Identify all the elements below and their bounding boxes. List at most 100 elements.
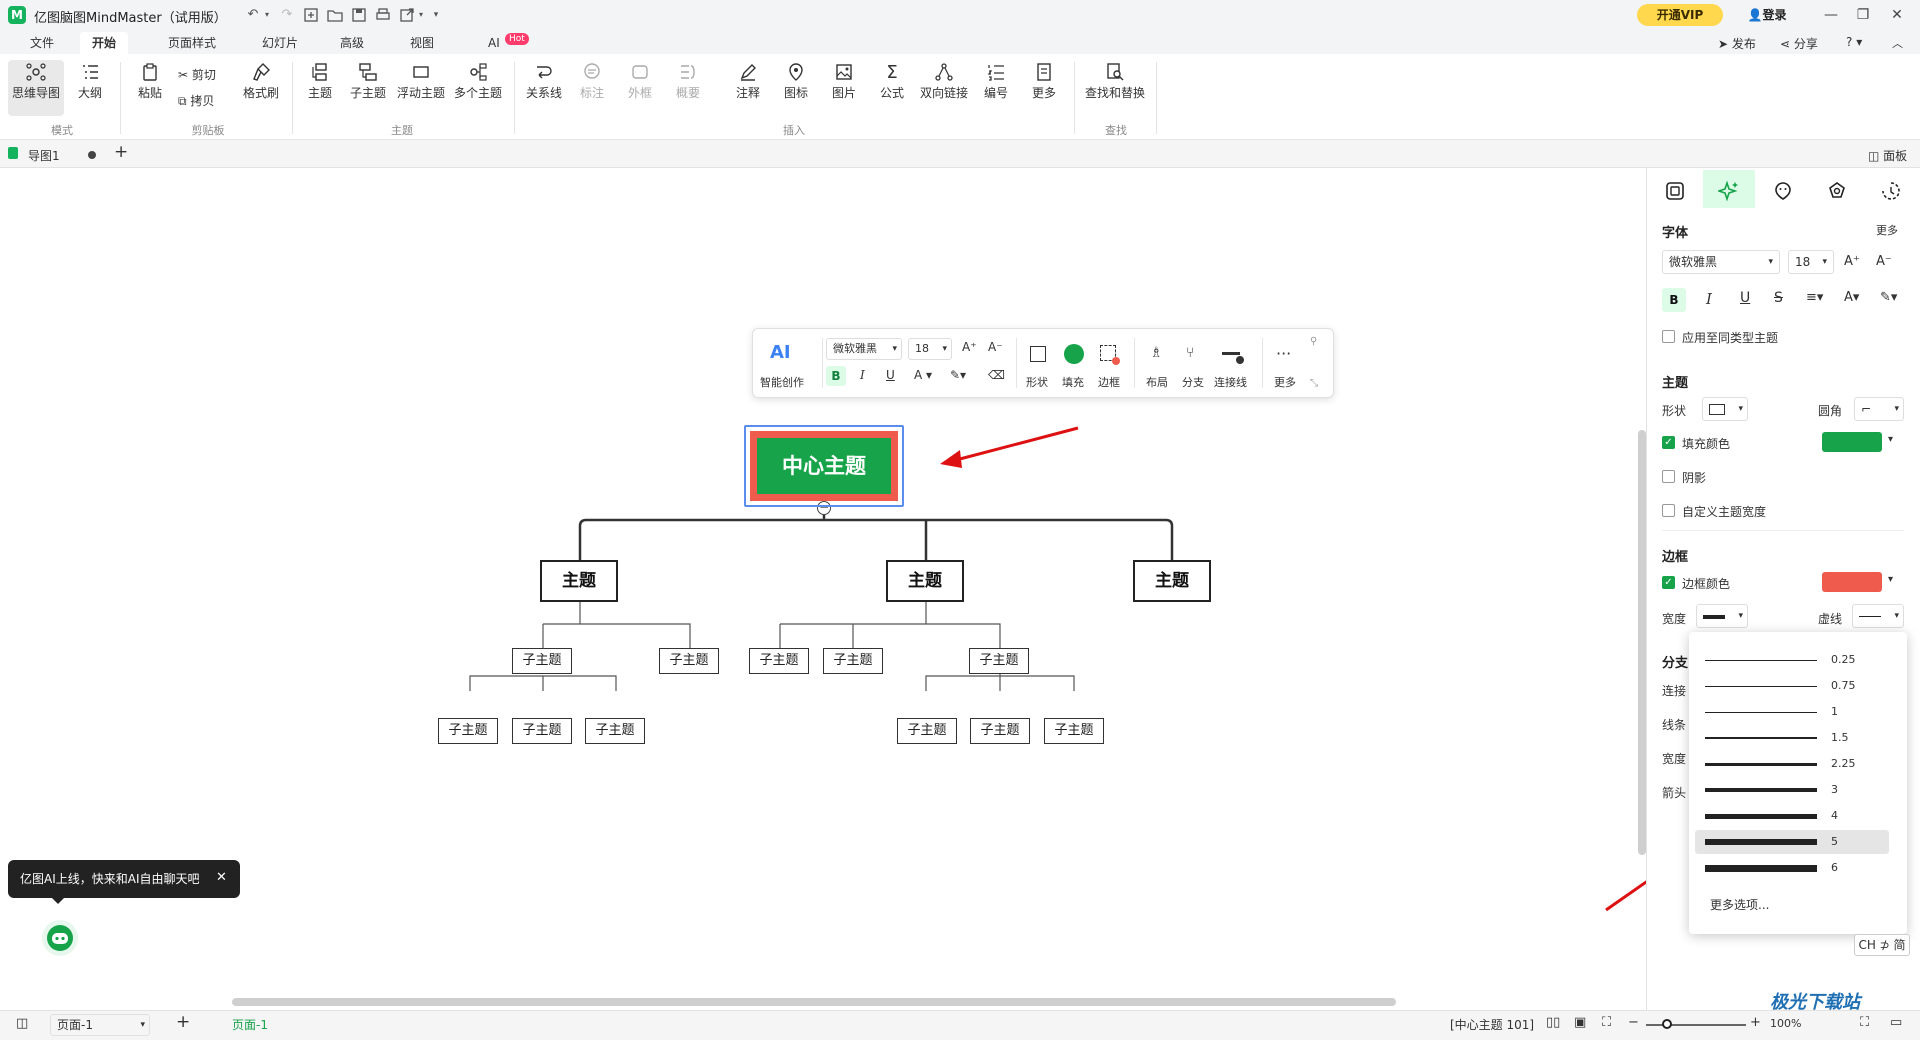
add-tab-icon[interactable]: + [114,142,128,162]
fill-icon[interactable] [1064,344,1084,364]
outline-mode-button[interactable]: 大纲 [70,60,110,116]
dash-select[interactable]: ▾ [1852,604,1904,628]
subtopic[interactable]: 子主题 [749,648,809,674]
page-panel-icon[interactable] [1660,176,1690,206]
icon-button[interactable]: 图标 [776,60,816,116]
increase-font-size-icon[interactable]: A⁺ [1844,254,1860,269]
increase-font-icon[interactable]: A⁺ [962,340,977,354]
panel-italic-icon[interactable]: I [1706,290,1712,308]
restore-icon[interactable]: ❐ [1848,4,1878,26]
main-topic[interactable]: 主题 [886,560,964,602]
minimize-icon[interactable]: — [1816,4,1846,26]
more-options-link[interactable]: 更多选项... [1710,896,1769,913]
font-color-icon[interactable]: A ▾ [914,368,932,382]
subtopic[interactable]: 子主题 [659,648,719,674]
shape-select[interactable]: ▾ [1702,397,1748,421]
save-icon[interactable] [350,6,368,24]
print-icon[interactable] [374,6,392,24]
fullscreen-icon[interactable]: ⛶ [1860,1015,1869,1030]
customize-quick-access-icon[interactable]: ▾ [430,6,442,24]
style-panel-icon[interactable] [1714,176,1744,206]
theme-panel-icon[interactable] [1822,176,1852,206]
mindmap-mode-button[interactable]: 思维导图 [8,60,64,116]
zoom-slider-track[interactable] [1646,1024,1746,1026]
page-select[interactable]: 页面-1 ▾ [50,1014,150,1036]
fit-page-icon[interactable]: ▣ [1574,1015,1586,1030]
layout-icon[interactable]: ♗ [1150,345,1163,361]
font-more-link[interactable]: 更多 [1876,222,1898,238]
subtopic[interactable]: 子主题 [897,718,957,744]
zoom-level[interactable]: 100% [1770,1017,1801,1030]
strikethrough-icon[interactable]: S [1774,290,1783,306]
fill-color-swatch[interactable] [1822,432,1882,452]
book-view-icon[interactable]: ▯▯ [1546,1015,1560,1030]
collapse-ribbon-icon[interactable]: ︿ [1892,35,1903,51]
subtopic[interactable]: 子主题 [512,718,572,744]
italic-icon[interactable]: I [860,368,865,382]
clear-format-icon[interactable]: ⌫ [988,368,1005,382]
new-file-icon[interactable] [302,6,320,24]
highlight-icon[interactable]: ✎▾ [950,368,966,382]
formula-button[interactable]: Σ 公式 [872,60,912,116]
bidirectional-link-button[interactable]: 双向链接 [918,60,970,116]
pin-icon[interactable]: ⚲ [1310,336,1317,347]
float-font-select[interactable]: 微软雅黑 ▾ [826,338,902,360]
cut-button[interactable]: ✂ 剪切 [178,66,216,83]
close-tip-icon[interactable]: ✕ [216,870,227,885]
subtopic[interactable]: 子主题 [512,648,572,674]
history-panel-icon[interactable] [1876,176,1906,206]
more-icon[interactable]: ··· [1276,344,1291,363]
more-insert-button[interactable]: 更多 [1024,60,1064,116]
summary-button[interactable]: 概要 [668,60,708,116]
undo-icon[interactable]: ↶ [244,6,262,24]
format-painter-button[interactable]: 格式刷 [238,60,284,116]
connector-icon[interactable] [1222,352,1240,355]
subtopic[interactable]: 子主题 [970,718,1030,744]
vertical-scrollbar[interactable] [1638,430,1646,855]
panel-font-color-icon[interactable]: A▾ [1844,290,1859,305]
add-subtopic-button[interactable]: 子主题 [346,60,390,116]
width-option[interactable]: 2.25 [1695,752,1889,776]
width-option[interactable]: 0.75 [1695,674,1889,698]
ime-indicator[interactable]: CH ⊅ 简 [1854,934,1910,956]
login-button[interactable]: 👤登录 [1737,4,1797,26]
ai-assistant-button[interactable] [42,920,78,956]
border-color-swatch[interactable] [1822,572,1882,592]
width-option[interactable]: 1.5 [1695,726,1889,750]
decrease-font-size-icon[interactable]: A⁻ [1876,254,1892,269]
font-size-select[interactable]: 18 ▾ [1788,250,1834,274]
width-option[interactable]: 6 [1695,856,1889,880]
export-dropdown-icon[interactable]: ▾ [416,6,426,24]
border-color-checkbox[interactable]: ✓ [1662,576,1675,589]
border-width-select[interactable]: ▾ [1696,604,1748,628]
add-page-icon[interactable]: + [176,1012,190,1032]
relation-line-button[interactable]: 关系线 [522,60,566,116]
subtopic[interactable]: 子主题 [969,648,1029,674]
boundary-button[interactable]: 外框 [620,60,660,116]
add-topic-button[interactable]: 主题 [302,60,338,116]
tab-page-style[interactable]: 页面样式 [156,32,228,54]
redo-icon[interactable]: ↷ [278,6,296,24]
horizontal-scrollbar[interactable] [232,998,1396,1006]
ai-create-label[interactable]: 智能创作 [760,374,804,390]
tab-advanced[interactable]: 高级 [328,32,376,54]
width-option[interactable]: 4 [1695,804,1889,828]
document-tab[interactable]: 导图1 [28,147,60,164]
font-family-select[interactable]: 微软雅黑 ▾ [1662,250,1780,274]
border-color-dropdown-icon[interactable]: ▾ [1888,574,1893,585]
decrease-font-icon[interactable]: A⁻ [988,340,1003,354]
corner-select[interactable]: ⌐ ▾ [1854,397,1904,421]
floating-topic-button[interactable]: 浮动主题 [396,60,446,116]
panel-bold-icon[interactable]: B [1662,288,1686,312]
bold-icon[interactable]: B [826,366,846,386]
numbering-button[interactable]: 编号 [976,60,1016,116]
subtopic[interactable]: 子主题 [585,718,645,744]
presentation-icon[interactable]: ▭ [1890,1015,1902,1030]
help-button[interactable]: ? ▾ [1846,35,1862,49]
underline-icon[interactable]: U [886,368,895,382]
width-option[interactable]: 5 [1695,830,1889,854]
multi-topic-button[interactable]: 多个主题 [452,60,504,116]
icon-panel-icon[interactable] [1768,176,1798,206]
panel-underline-icon[interactable]: U [1740,290,1750,306]
undo-dropdown-icon[interactable]: ▾ [262,6,272,24]
